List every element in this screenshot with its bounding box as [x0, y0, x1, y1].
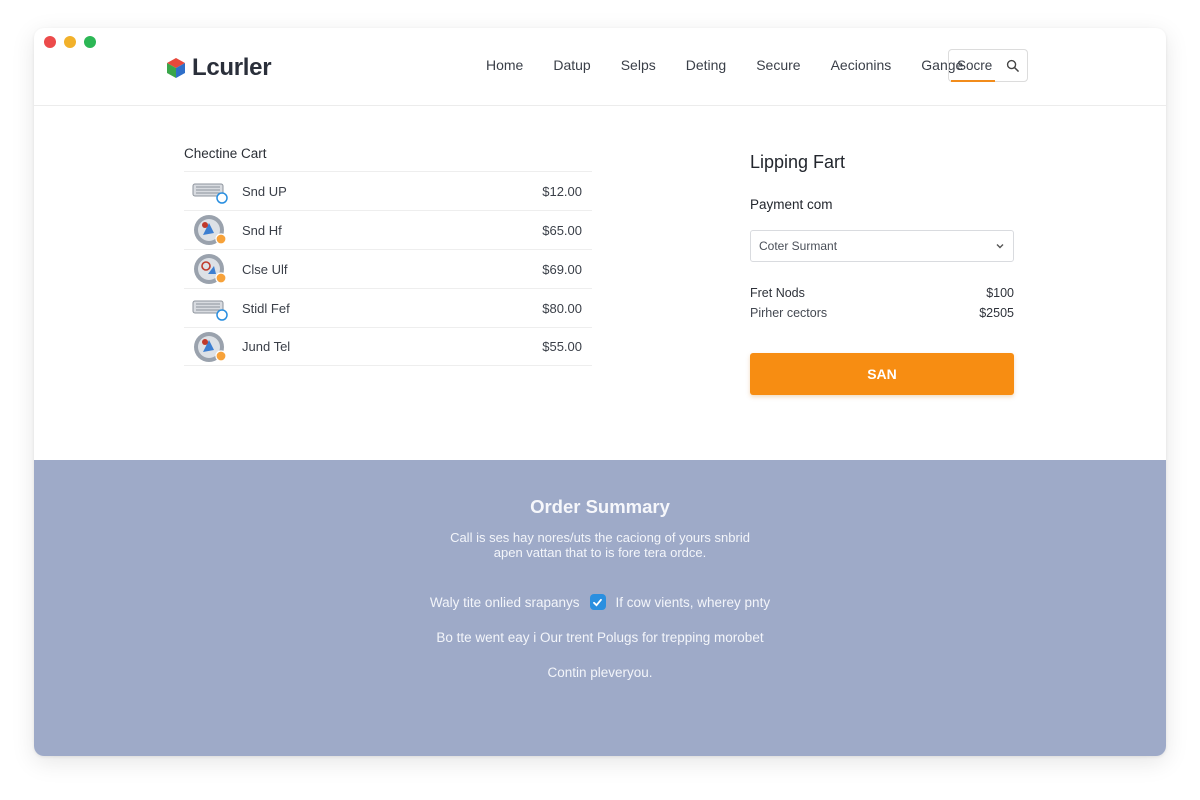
footer-note: Bo tte went eay i Our trent Polugs for t…: [436, 630, 764, 645]
item-price: $12.00: [542, 183, 582, 199]
cart-row[interactable]: Clse Ulf $69.00: [184, 249, 592, 288]
description-line-1: Call is ses hay nores/uts the caciong of…: [450, 530, 750, 545]
consent-checkbox[interactable]: [589, 594, 606, 610]
nav-link-secure[interactable]: Secure: [756, 57, 800, 73]
payment-method-select[interactable]: Coter Surmant: [750, 230, 1014, 262]
search-underline: [951, 80, 995, 82]
item-price: $80.00: [542, 300, 582, 316]
summary-line: Fret Nods $100: [750, 283, 1014, 303]
item-price: $55.00: [542, 339, 582, 354]
search-label: Socre: [957, 58, 993, 73]
logo[interactable]: Lcurler: [166, 54, 272, 82]
item-name: Snd Hf: [242, 222, 282, 238]
description-line-2: apen vattan that to is fore tera ordce.: [493, 545, 707, 560]
summary-label: Pirher cectors: [750, 306, 828, 320]
panel-title: Lipping Fart: [750, 152, 846, 172]
item-name: Jund Tel: [242, 339, 291, 354]
item-price: $65.00: [542, 222, 582, 238]
cart-row[interactable]: Stidl Fef $80.00: [184, 288, 592, 327]
order-summary-description: Call is ses hay nores/uts the caciong of…: [34, 530, 1166, 560]
nav-link-deting[interactable]: Deting: [686, 57, 726, 73]
cart-title: Chectine Cart: [184, 146, 267, 161]
top-navbar: Lcurler Home Datup Selps Deting Secure A…: [34, 28, 1166, 106]
search-icon[interactable]: [1006, 59, 1019, 72]
checkout-cart: Chectine Cart Snd UP $12.00 Snd Hf $65.0…: [184, 146, 592, 366]
nav-link-datup[interactable]: Datup: [553, 57, 590, 73]
item-name: Snd UP: [242, 183, 287, 199]
cart-row[interactable]: Snd UP $12.00: [184, 171, 592, 210]
chevron-down-icon: [996, 244, 1004, 249]
nav-link-home[interactable]: Home: [486, 57, 523, 73]
payment-panel: Lipping Fart Payment com Coter Surmant F…: [750, 152, 1014, 395]
checkmark-icon: [593, 598, 602, 607]
summary-line: Pirher cectors $2505: [750, 303, 1014, 323]
round-product-icon: [194, 254, 227, 284]
submit-payment-button[interactable]: SAN: [750, 353, 1014, 395]
cart-list: Snd UP $12.00 Snd Hf $65.00 Clse Ulf $69…: [184, 171, 592, 366]
cart-row[interactable]: Snd Hf $65.00: [184, 210, 592, 249]
summary-label: Fret Nods: [750, 286, 805, 300]
summary-value: $2505: [979, 306, 1014, 320]
nav-link-selps[interactable]: Selps: [621, 57, 656, 73]
browser-window: Lcurler Home Datup Selps Deting Secure A…: [34, 28, 1166, 756]
round-product-icon: [194, 331, 227, 362]
consent-text-right: If cow vients, wherey pnty: [615, 594, 771, 610]
summary-value: $100: [986, 286, 1014, 300]
payment-label: Payment com: [750, 197, 833, 212]
item-name: Stidl Fef: [242, 300, 290, 316]
cube-logo-icon: [167, 58, 185, 78]
footer-closing: Contin pleveryou.: [547, 665, 653, 680]
consent-text-left: Waly tite onlied srapanys: [429, 594, 580, 610]
payment-select-value: Coter Surmant: [759, 239, 838, 253]
order-summary-title: Order Summary: [530, 496, 670, 517]
cart-row[interactable]: Jund Tel $55.00: [184, 327, 592, 366]
logo-text: Lcurler: [192, 54, 272, 81]
nav-links: Home Datup Selps Deting Secure Aecionins…: [486, 57, 993, 73]
item-price: $69.00: [542, 261, 582, 277]
nav-link-aecionins[interactable]: Aecionins: [831, 57, 892, 73]
item-name: Clse Ulf: [242, 261, 288, 277]
tray-icon: [192, 183, 228, 204]
tray-icon: [192, 300, 228, 321]
order-summary-section: Order Summary Call is ses hay nores/uts …: [34, 460, 1166, 756]
consent-row: Waly tite onlied srapanys If cow vients,…: [34, 594, 1166, 610]
round-product-icon: [194, 215, 227, 245]
search-box[interactable]: Socre: [948, 49, 1028, 82]
